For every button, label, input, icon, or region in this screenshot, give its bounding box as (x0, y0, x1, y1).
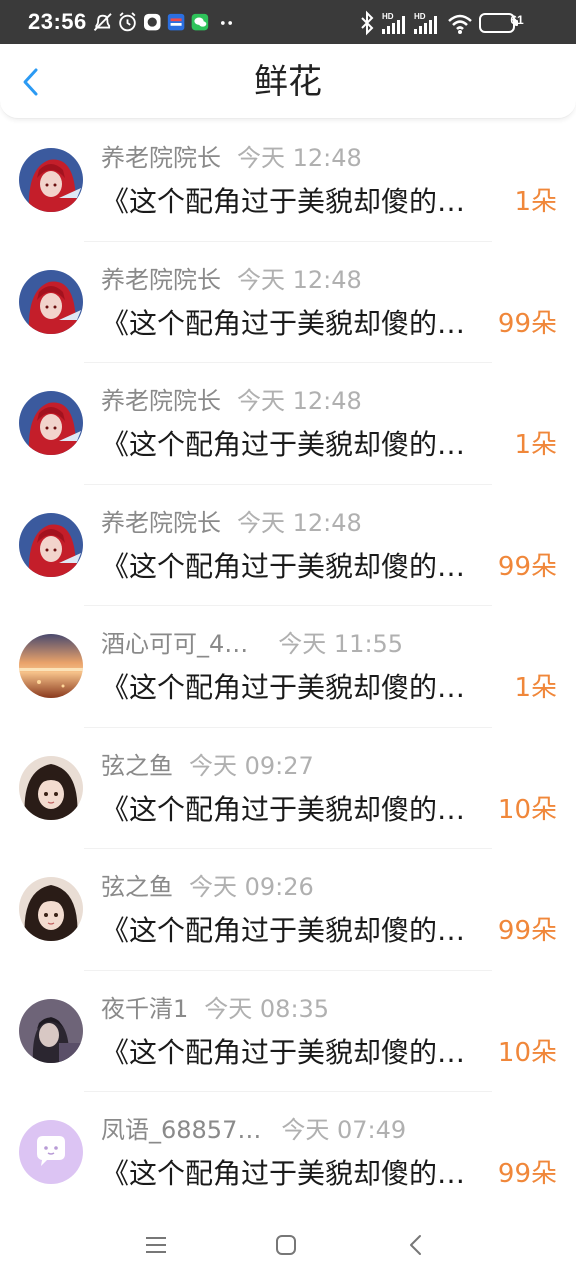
flower-count: 99朵 (497, 916, 557, 946)
item-meta: 凤语_68857… 今天 07:49 (101, 1114, 406, 1146)
sender-name: 酒心可可_4… (101, 630, 249, 658)
flower-count: 99朵 (497, 1159, 557, 1189)
red-hair-anime-avatar (19, 512, 83, 577)
red-hair-anime-avatar (19, 391, 83, 455)
status-bar: 23:56 HD HD 61 (0, 0, 576, 44)
signal-hd-icon: HD (382, 12, 405, 34)
svg-text:HD: HD (414, 12, 426, 21)
sent-time: 今天 12:48 (237, 508, 362, 537)
message-preview: 《这个配角过于美貌却傻的… (101, 914, 466, 947)
anime-girl-avatar (19, 755, 83, 820)
app-icon (144, 13, 161, 31)
system-nav-bar (0, 1210, 576, 1280)
message-preview: 《这个配角过于美貌却傻的… (101, 671, 466, 704)
item-meta: 酒心可可_4… 今天 11:55 (101, 628, 403, 660)
app-header: 鲜花 (0, 44, 576, 119)
sent-time: 今天 09:26 (189, 873, 314, 901)
list-item[interactable]: 养老院院长 今天 12:48 《这个配角过于美貌却傻的… 99朵 (0, 485, 576, 606)
list-item[interactable]: 夜千清1 今天 08:35 《这个配角过于美貌却傻的… 10朵 (0, 971, 576, 1092)
message-preview: 《这个配角过于美貌却傻的… (101, 185, 466, 218)
anime-girl-avatar (19, 877, 83, 941)
avatar (19, 1120, 83, 1184)
item-meta: 弦之鱼 今天 09:27 (101, 750, 314, 782)
sent-time: 今天 07:49 (281, 1116, 407, 1144)
red-hair-anime-avatar (19, 269, 83, 334)
list-item[interactable]: 养老院院长 今天 12:48 《这个配角过于美貌却傻的… 99朵 (0, 242, 576, 363)
wifi-icon (448, 14, 472, 34)
wechat-icon (191, 13, 209, 31)
page-title: 鲜花 (254, 62, 322, 102)
sent-time: 今天 12:48 (237, 144, 362, 172)
back-icon (410, 1235, 421, 1255)
flower-count: 99朵 (497, 551, 557, 582)
avatar (19, 391, 83, 455)
sender-name: 养老院院长 (101, 387, 221, 415)
avatar (19, 877, 83, 941)
sunset-avatar (19, 634, 83, 698)
list-item[interactable]: 养老院院长 今天 12:48 《这个配角过于美貌却傻的… 1朵 (0, 120, 576, 242)
sent-time: 今天 12:48 (237, 265, 362, 294)
system-back-button[interactable] (400, 1230, 432, 1262)
status-time: 23:56 (28, 9, 87, 34)
message-preview: 《这个配角过于美貌却傻的… (101, 1157, 466, 1190)
flower-count: 10朵 (497, 794, 557, 825)
app-icon (167, 13, 185, 31)
sender-name: 养老院院长 (101, 144, 221, 172)
avatar (19, 148, 83, 212)
flower-count: 1朵 (514, 187, 557, 217)
message-preview: 《这个配角过于美貌却傻的… (101, 1035, 466, 1069)
sent-time: 今天 12:48 (237, 387, 362, 415)
sender-name: 弦之鱼 (101, 751, 173, 780)
list-item[interactable]: 酒心可可_4… 今天 11:55 《这个配角过于美貌却傻的… 1朵 (0, 606, 576, 728)
flower-count: 99朵 (497, 308, 557, 339)
avatar (19, 634, 83, 698)
avatar (19, 755, 83, 820)
flower-count: 1朵 (514, 673, 557, 703)
alarm-icon (119, 12, 136, 32)
list-item[interactable]: 凤语_68857… 今天 07:49 《这个配角过于美貌却傻的… 99朵 (0, 1092, 576, 1214)
item-meta: 养老院院长 今天 12:48 (101, 264, 362, 296)
item-meta: 养老院院长 今天 12:48 (101, 142, 362, 174)
sent-time: 今天 08:35 (204, 994, 330, 1023)
list-item[interactable]: 养老院院长 今天 12:48 《这个配角过于美貌却傻的… 1朵 (0, 363, 576, 485)
flower-list: 养老院院长 今天 12:48 《这个配角过于美貌却傻的… 1朵 养老院院长 今天 1… (0, 120, 576, 1214)
avatar (19, 998, 83, 1063)
sender-name: 凤语_68857… (101, 1116, 262, 1144)
svg-text:HD: HD (382, 12, 394, 21)
battery-level: 61 (510, 13, 524, 27)
mute-bell-icon (93, 13, 112, 31)
item-meta: 夜千清1 今天 08:35 (101, 993, 329, 1025)
signal-hd-icon: HD (414, 12, 437, 34)
message-preview: 《这个配角过于美貌却傻的… (101, 306, 466, 340)
message-preview: 《这个配角过于美貌却傻的… (101, 428, 466, 461)
bluetooth-icon (361, 10, 374, 36)
sender-name: 养老院院长 (101, 508, 221, 537)
home-button[interactable] (270, 1230, 302, 1262)
avatar (19, 512, 83, 577)
sender-name: 弦之鱼 (101, 873, 173, 901)
status-left-icons (93, 12, 232, 32)
home-icon (276, 1235, 296, 1255)
list-item[interactable]: 弦之鱼 今天 09:26 《这个配角过于美貌却傻的… 99朵 (0, 849, 576, 971)
item-meta: 养老院院长 今天 12:48 (101, 507, 362, 539)
avatar (19, 269, 83, 334)
dark-portrait-avatar (19, 998, 83, 1063)
menu-icon (146, 1237, 166, 1253)
default-chat-avatar (19, 1120, 83, 1184)
item-meta: 养老院院长 今天 12:48 (101, 385, 362, 417)
list-item[interactable]: 弦之鱼 今天 09:27 《这个配角过于美貌却傻的… 10朵 (0, 728, 576, 849)
sent-time: 今天 11:55 (278, 630, 404, 658)
red-hair-anime-avatar (19, 148, 83, 212)
more-icon (221, 21, 232, 25)
message-preview: 《这个配角过于美貌却傻的… (101, 792, 466, 826)
item-meta: 弦之鱼 今天 09:26 (101, 871, 314, 903)
sent-time: 今天 09:27 (189, 751, 314, 780)
sender-name: 夜千清1 (101, 994, 189, 1023)
sender-name: 养老院院长 (101, 265, 221, 294)
flower-count: 1朵 (514, 430, 557, 460)
message-preview: 《这个配角过于美貌却傻的… (101, 549, 466, 583)
flower-count: 10朵 (497, 1037, 557, 1068)
menu-button[interactable] (140, 1230, 172, 1262)
